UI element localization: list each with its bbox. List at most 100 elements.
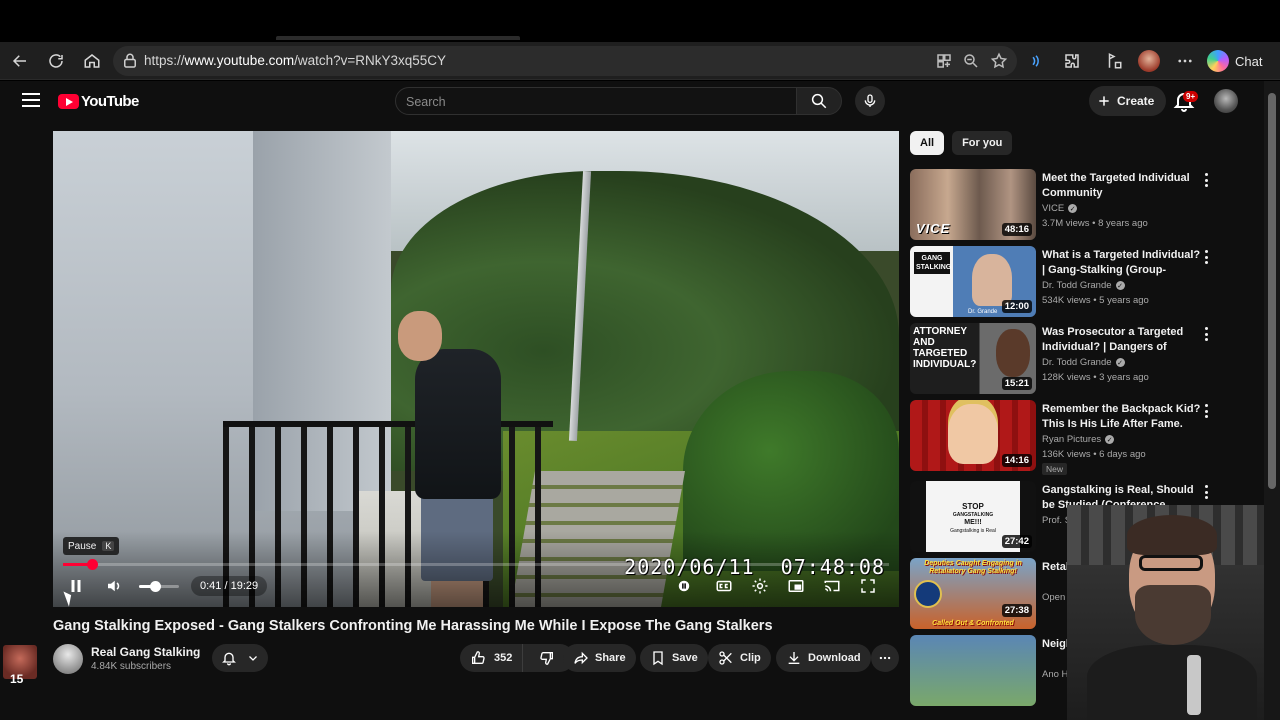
video-thumbnail[interactable] xyxy=(910,635,1036,706)
voice-search-button[interactable] xyxy=(855,86,885,116)
channel-name[interactable]: Real Gang Stalking xyxy=(91,645,200,659)
search-box[interactable] xyxy=(395,87,797,115)
share-label: Share xyxy=(595,652,626,664)
create-button[interactable]: Create xyxy=(1089,86,1167,116)
chip-for-you[interactable]: For you xyxy=(952,131,1013,155)
autoplay-toggle[interactable] xyxy=(673,575,695,597)
clip-button[interactable]: Clip xyxy=(708,644,771,672)
recommendation-item[interactable]: 14:16 Remember the Backpack Kid? This Is… xyxy=(910,400,1250,475)
profile-avatar-icon[interactable] xyxy=(1137,49,1161,73)
miniplayer-button[interactable] xyxy=(785,575,807,597)
save-button[interactable]: Save xyxy=(640,644,708,672)
recommendation-channel[interactable]: Open xyxy=(1042,592,1065,603)
thumbnail-text: VICE xyxy=(916,221,951,236)
thumbnail-badge xyxy=(914,580,942,608)
refresh-icon[interactable] xyxy=(44,49,68,73)
chat-label: Chat xyxy=(1235,53,1263,69)
recommendation-channel[interactable]: VICE ✓ xyxy=(1042,203,1078,214)
more-vert-icon[interactable] xyxy=(1202,250,1210,264)
extensions-icon[interactable] xyxy=(1060,49,1084,73)
read-aloud-icon[interactable] xyxy=(1024,49,1048,73)
video-thumbnail[interactable]: ATTORNEY AND TARGETED INDIVIDUAL? 15:21 xyxy=(910,323,1036,394)
bookmark-icon xyxy=(653,651,663,666)
copilot-chat-button[interactable]: Chat xyxy=(1207,48,1262,74)
recommendation-title[interactable]: Was Prosecutor a Targeted Individual? | … xyxy=(1042,325,1202,355)
search-input[interactable] xyxy=(406,92,786,112)
address-bar[interactable]: https://www.youtube.com/watch?v=RNkY3xq5… xyxy=(113,46,1017,76)
video-duration: 15:21 xyxy=(1001,377,1032,390)
video-duration: 27:38 xyxy=(1001,604,1032,617)
webcam-person-glasses xyxy=(1139,555,1203,571)
recommendation-item[interactable]: GANG STALKING Dr. Grande 12:00 What is a … xyxy=(910,246,1250,318)
search-button[interactable] xyxy=(796,87,842,115)
more-vert-icon[interactable] xyxy=(1202,173,1210,187)
video-thumbnail[interactable]: Deputies Caught Engaging in Retaliatory … xyxy=(910,558,1036,629)
time-display: 0:41 / 19:29 xyxy=(191,576,268,596)
url-text[interactable]: https://www.youtube.com/watch?v=RNkY3xq5… xyxy=(144,53,446,68)
favorite-star-icon[interactable] xyxy=(990,52,1008,70)
download-icon xyxy=(788,652,800,664)
verified-check-icon: ✓ xyxy=(1068,204,1078,213)
copilot-icon xyxy=(1207,50,1229,72)
zoom-icon[interactable] xyxy=(962,52,980,70)
home-icon[interactable] xyxy=(80,49,104,73)
recommendation-title[interactable]: Remember the Backpack Kid? This Is His L… xyxy=(1042,402,1202,432)
thumbnail-text: Deputies Caught Engaging in Retaliatory … xyxy=(924,560,1022,575)
recommendation-meta: 534K views • 5 years ago xyxy=(1042,295,1149,306)
download-button[interactable]: Download xyxy=(776,644,871,672)
cast-button[interactable] xyxy=(821,575,843,597)
recommendation-title[interactable]: What is a Targeted Individual? | Gang-St… xyxy=(1042,248,1202,278)
volume-knob[interactable] xyxy=(150,581,161,592)
mute-button[interactable] xyxy=(103,575,125,597)
account-avatar[interactable] xyxy=(1214,89,1238,113)
recommendation-channel[interactable]: Ryan Pictures ✓ xyxy=(1042,434,1115,445)
volume-slider[interactable] xyxy=(139,581,179,592)
recommendation-channel[interactable]: Ano H xyxy=(1042,669,1068,680)
chip-all[interactable]: All xyxy=(910,131,945,155)
back-arrow-icon[interactable] xyxy=(8,49,32,73)
scrollbar-thumb[interactable] xyxy=(1268,93,1276,489)
channel-avatar[interactable] xyxy=(53,644,83,674)
recommendation-meta: 128K views • 3 years ago xyxy=(1042,372,1149,383)
progress-bar[interactable] xyxy=(63,559,889,570)
app-grid-icon[interactable] xyxy=(935,52,953,70)
microphone-icon xyxy=(864,94,876,107)
menu-icon[interactable] xyxy=(22,93,40,107)
fullscreen-icon xyxy=(861,579,875,593)
like-dislike-group: 352 xyxy=(460,644,574,672)
browser-tab-strip xyxy=(0,0,1280,42)
lock-icon[interactable] xyxy=(121,52,139,70)
like-button[interactable]: 352 xyxy=(460,644,524,672)
share-arrow-icon xyxy=(574,651,588,665)
recommendation-title[interactable]: Meet the Targeted Individual Community xyxy=(1042,171,1202,201)
settings-button[interactable] xyxy=(749,575,771,597)
download-label: Download xyxy=(808,652,861,664)
youtube-logo[interactable]: YouTube xyxy=(58,93,139,110)
recommendation-item[interactable]: ATTORNEY AND TARGETED INDIVIDUAL? 15:21 … xyxy=(910,323,1250,395)
progress-scrubber[interactable] xyxy=(86,559,98,570)
collections-icon[interactable] xyxy=(1102,49,1126,73)
create-label: Create xyxy=(1117,94,1155,108)
video-thumbnail[interactable]: VICE 48:16 xyxy=(910,169,1036,240)
recommendation-channel[interactable]: Dr. Todd Grande ✓ xyxy=(1042,280,1125,291)
video-thumbnail[interactable]: 14:16 xyxy=(910,400,1036,471)
browser-toolbar: https://www.youtube.com/watch?v=RNkY3xq5… xyxy=(0,42,1280,80)
fullscreen-button[interactable] xyxy=(857,575,879,597)
notification-settings-button[interactable] xyxy=(212,644,268,672)
recommendation-item[interactable]: VICE 48:16 Meet the Targeted Individual … xyxy=(910,169,1250,241)
video-player[interactable]: 2020/06/11 07:48:08 Pause K 0:41 / 19:29 xyxy=(53,131,899,607)
video-thumbnail[interactable]: GANG STALKING Dr. Grande 12:00 xyxy=(910,246,1036,317)
video-thumbnail[interactable]: STOP GANGSTALKING ME!!! Gangstalking is … xyxy=(910,481,1036,552)
more-vert-icon[interactable] xyxy=(1202,327,1210,341)
more-vert-icon[interactable] xyxy=(1202,404,1210,418)
page-scrollbar[interactable] xyxy=(1264,81,1280,720)
share-button[interactable]: Share xyxy=(563,644,636,672)
dislike-button[interactable] xyxy=(529,644,565,672)
more-vert-icon[interactable] xyxy=(1202,485,1210,499)
recommendation-channel[interactable]: Dr. Todd Grande ✓ xyxy=(1042,357,1125,368)
more-actions-button[interactable] xyxy=(871,644,899,672)
verified-check-icon: ✓ xyxy=(1115,281,1125,290)
more-menu-icon[interactable] xyxy=(1173,49,1197,73)
video-frame-person-head xyxy=(398,311,442,361)
captions-button[interactable] xyxy=(713,575,735,597)
